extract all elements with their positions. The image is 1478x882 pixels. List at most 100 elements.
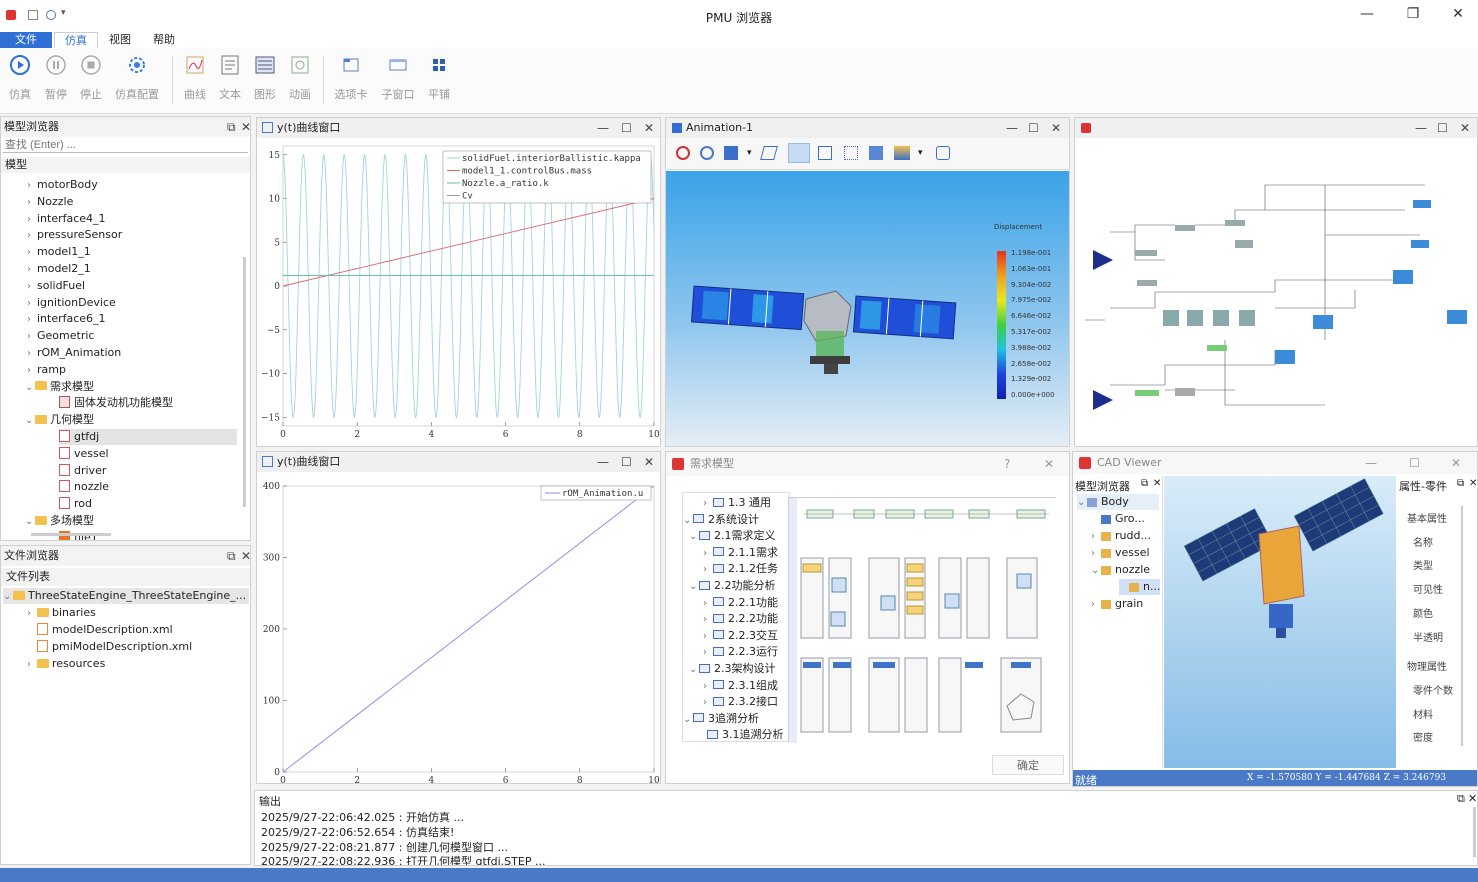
chevron-down-icon[interactable]: ⌄ xyxy=(1091,563,1101,579)
animation-viewport[interactable]: Displacement 1.198e-001 1.063e-001 9.304e-… xyxy=(666,171,1069,446)
tree-hscrollbar[interactable] xyxy=(31,533,111,536)
tabs-button[interactable]: 选项卡 xyxy=(333,54,369,102)
pause-button[interactable]: 暂停 xyxy=(38,54,74,102)
chevron-down-icon[interactable]: ⌄ xyxy=(689,529,699,545)
model-tree-folder[interactable]: ⌄ 需求模型 xyxy=(25,379,94,395)
requirement-tree-item[interactable]: 3.1追溯分析 xyxy=(697,727,784,741)
requirement-tree-item[interactable]: › 2.2.2功能 xyxy=(703,611,778,627)
float-icon[interactable]: ⧉ xyxy=(227,546,236,566)
model-tree-item[interactable]: › ignitionDevice xyxy=(27,295,116,311)
subwindow-button[interactable]: 子窗口 xyxy=(380,54,416,102)
requirement-tree-item[interactable]: ⌄ 3追溯分析 xyxy=(683,711,759,727)
close-icon[interactable]: ✕ xyxy=(1451,452,1461,474)
tile-button[interactable]: 平铺 xyxy=(421,54,457,102)
chevron-down-icon[interactable]: ⌄ xyxy=(25,413,35,429)
shaded-icon[interactable] xyxy=(788,143,810,163)
requirement-diagram[interactable] xyxy=(788,497,1057,743)
cad-viewport[interactable] xyxy=(1164,476,1396,768)
model-tree-item[interactable]: › interface4_1 xyxy=(27,211,106,227)
source-block[interactable] xyxy=(1093,250,1113,270)
minimize-icon[interactable]: — xyxy=(597,118,609,138)
block[interactable] xyxy=(1225,220,1245,226)
float-icon[interactable]: ⧉ xyxy=(1457,792,1465,806)
maximize-icon[interactable]: ☐ xyxy=(1028,118,1039,138)
minimize-button[interactable]: — xyxy=(1352,6,1382,26)
chevron-right-icon[interactable]: › xyxy=(27,195,37,211)
maximize-icon[interactable]: ☐ xyxy=(1437,118,1448,138)
block[interactable] xyxy=(1175,225,1195,231)
chevron-right-icon[interactable]: › xyxy=(27,279,37,295)
chevron-right-icon[interactable]: › xyxy=(27,178,37,194)
minimize-icon[interactable]: — xyxy=(1365,452,1377,474)
camera-icon[interactable] xyxy=(936,146,950,160)
edges-icon[interactable] xyxy=(818,146,832,160)
box-icon[interactable] xyxy=(869,146,883,160)
sim-config-button[interactable]: 仿真配置 xyxy=(114,54,160,102)
curve-button[interactable]: 曲线 xyxy=(177,54,213,102)
close-icon[interactable]: ✕ xyxy=(1044,452,1054,476)
model-tree-item[interactable]: › Nozzle xyxy=(27,194,73,210)
chevron-right-icon[interactable]: › xyxy=(27,329,37,345)
chevron-right-icon[interactable]: › xyxy=(703,679,713,695)
output-scrollbar[interactable] xyxy=(1473,807,1476,857)
requirement-tree-item[interactable]: ⌄ 2系统设计 xyxy=(683,512,759,528)
close-icon[interactable]: ✕ xyxy=(1153,478,1161,489)
chevron-right-icon[interactable]: › xyxy=(703,596,713,612)
model-tree-item[interactable]: › solidFuel xyxy=(27,278,85,294)
maximize-icon[interactable]: ☐ xyxy=(1409,452,1420,474)
close-icon[interactable]: ✕ xyxy=(1469,478,1477,489)
colormap-icon[interactable] xyxy=(894,146,910,160)
maximize-icon[interactable]: ☐ xyxy=(621,118,632,138)
requirement-tree-item[interactable]: › 2.2.3运行 xyxy=(703,644,778,660)
cad-tree-item[interactable]: ⌄ nozzle xyxy=(1091,562,1150,578)
block[interactable] xyxy=(1413,200,1431,208)
block[interactable] xyxy=(1135,250,1157,256)
chevron-right-icon[interactable]: › xyxy=(1091,597,1101,613)
block[interactable] xyxy=(1235,240,1253,248)
requirement-tree-item[interactable]: ⌄ 2.3架构设计 xyxy=(689,661,776,677)
block[interactable] xyxy=(1313,315,1333,329)
model-tree-item[interactable]: › Geometric xyxy=(27,328,94,344)
close-icon[interactable]: ✕ xyxy=(1460,118,1470,138)
model-tree-item[interactable]: vessel xyxy=(59,446,109,462)
tree-scrollbar[interactable] xyxy=(243,257,246,507)
text-button[interactable]: 文本 xyxy=(212,54,248,102)
chevron-right-icon[interactable]: › xyxy=(27,657,37,673)
simulate-button[interactable]: 仿真 xyxy=(2,54,38,102)
file-item[interactable]: › resources xyxy=(27,656,105,672)
block-diagram[interactable] xyxy=(1075,140,1478,447)
block[interactable] xyxy=(1187,310,1203,326)
cad-tree-item[interactable]: ⌄ Body xyxy=(1077,494,1159,510)
chevron-right-icon[interactable]: › xyxy=(27,262,37,278)
view-cube-icon[interactable] xyxy=(724,146,738,160)
minimize-icon[interactable]: — xyxy=(1415,118,1427,138)
file-item[interactable]: pmiModelDescription.xml xyxy=(37,639,192,655)
chevron-down-icon[interactable]: ⌄ xyxy=(1077,495,1087,511)
model-tree-item[interactable]: › pressureSensor xyxy=(27,227,122,243)
close-icon[interactable]: ✕ xyxy=(644,118,654,138)
model-tree-item[interactable]: › interface6_1 xyxy=(27,311,106,327)
block[interactable] xyxy=(1393,270,1413,284)
cad-tree-item[interactable]: n... xyxy=(1119,579,1161,595)
model-tree-folder[interactable]: ⌄ 多场模型 xyxy=(25,513,94,529)
menu-simulation[interactable]: 仿真 xyxy=(54,32,98,48)
model-tree-item[interactable]: rod xyxy=(59,496,92,512)
model-tree-item[interactable]: › model1_1 xyxy=(27,244,91,260)
model-tree-item[interactable]: › model2_1 xyxy=(27,261,91,277)
requirement-tree-item[interactable]: › 2.1.1需求 xyxy=(703,545,778,561)
model-tree-item[interactable]: 固体发动机功能模型 xyxy=(59,395,173,411)
close-icon[interactable]: ✕ xyxy=(241,117,250,137)
chevron-right-icon[interactable]: › xyxy=(27,312,37,328)
model-tree-item[interactable]: › motorBody xyxy=(27,177,98,193)
chevron-right-icon[interactable]: › xyxy=(27,296,37,312)
chevron-right-icon[interactable]: › xyxy=(703,645,713,661)
chevron-down-icon[interactable]: ⌄ xyxy=(683,712,693,728)
block[interactable] xyxy=(1275,350,1295,364)
chevron-right-icon[interactable]: › xyxy=(1091,546,1101,562)
block[interactable] xyxy=(1207,345,1227,351)
requirement-tree-item[interactable]: › 1.3 通用 xyxy=(703,495,771,511)
chevron-right-icon[interactable]: › xyxy=(703,629,713,645)
block[interactable] xyxy=(1163,310,1179,326)
chevron-right-icon[interactable]: › xyxy=(27,606,37,622)
chevron-down-icon[interactable]: ▾ xyxy=(747,148,752,158)
